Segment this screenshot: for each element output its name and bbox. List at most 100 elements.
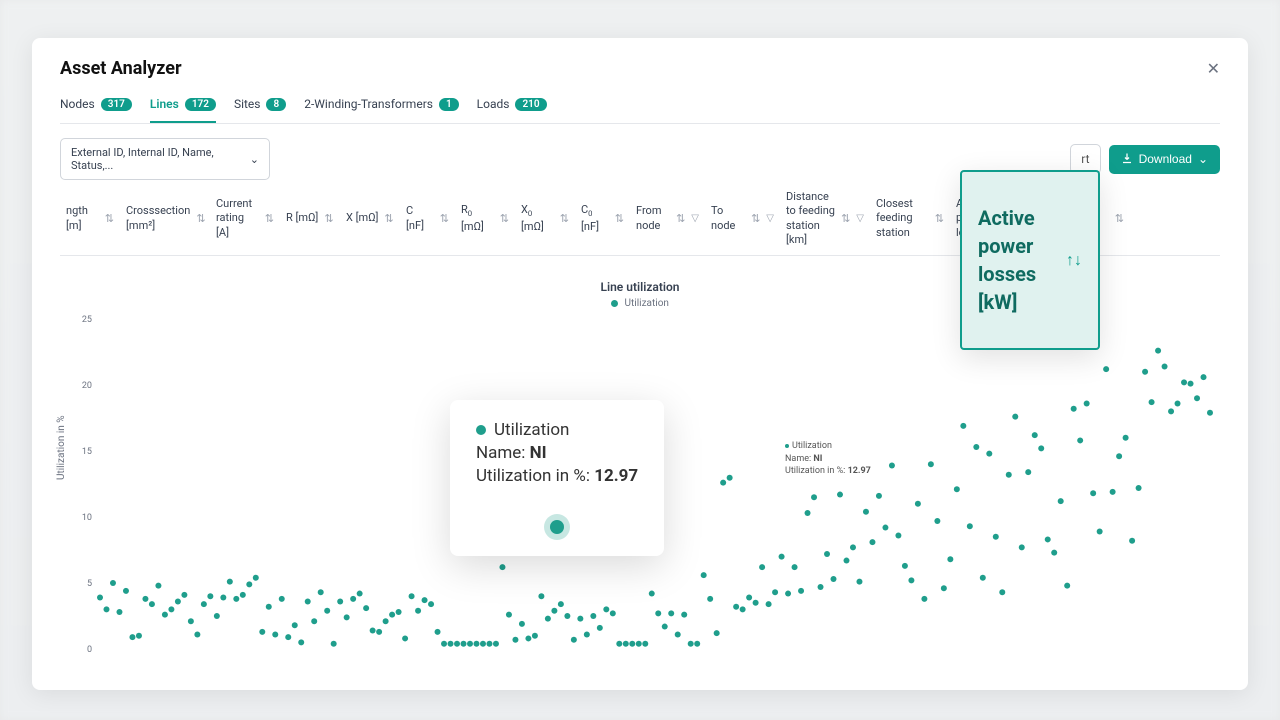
data-point[interactable] bbox=[1012, 414, 1018, 420]
data-point[interactable] bbox=[668, 611, 674, 617]
data-point[interactable] bbox=[480, 641, 486, 647]
data-point[interactable] bbox=[1155, 348, 1161, 354]
data-point[interactable] bbox=[1051, 550, 1057, 556]
sort-icon[interactable]: ⇅ bbox=[751, 212, 760, 225]
data-point[interactable] bbox=[818, 584, 824, 590]
data-point[interactable] bbox=[597, 625, 603, 631]
data-point[interactable] bbox=[681, 612, 687, 618]
column-header[interactable]: X0 [mΩ]⇅ bbox=[515, 190, 575, 247]
data-point[interactable] bbox=[577, 616, 583, 622]
data-point[interactable] bbox=[519, 621, 525, 627]
data-point[interactable] bbox=[707, 596, 713, 602]
data-point[interactable] bbox=[921, 596, 927, 602]
data-point[interactable] bbox=[532, 633, 538, 639]
column-header[interactable]: C0 [nF]⇅ bbox=[575, 190, 630, 247]
data-point[interactable] bbox=[1045, 537, 1051, 543]
column-header[interactable]: From node⇅▽ bbox=[630, 190, 705, 247]
sort-icon[interactable]: ⇅ bbox=[196, 212, 205, 225]
column-header[interactable]: R [mΩ]⇅ bbox=[280, 190, 340, 247]
data-point[interactable] bbox=[344, 615, 350, 621]
data-point[interactable] bbox=[448, 641, 454, 647]
column-header[interactable]: X [mΩ]⇅ bbox=[340, 190, 400, 247]
data-point[interactable] bbox=[895, 533, 901, 539]
sort-icon[interactable]: ⇅ bbox=[324, 212, 333, 225]
sort-icon[interactable]: ⇅ bbox=[384, 212, 393, 225]
sort-icon[interactable]: ⇅ bbox=[1115, 212, 1124, 225]
data-point[interactable] bbox=[889, 463, 895, 469]
data-point[interactable] bbox=[941, 585, 947, 591]
data-point[interactable] bbox=[1058, 498, 1064, 504]
data-point[interactable] bbox=[869, 539, 875, 545]
data-point[interactable] bbox=[1129, 538, 1135, 544]
data-point[interactable] bbox=[1162, 364, 1168, 370]
data-point[interactable] bbox=[629, 641, 635, 647]
data-point[interactable] bbox=[967, 523, 973, 529]
data-point[interactable] bbox=[409, 593, 415, 599]
data-point[interactable] bbox=[389, 612, 395, 618]
data-point[interactable] bbox=[305, 599, 311, 605]
data-point[interactable] bbox=[441, 641, 447, 647]
download-button[interactable]: Download ⌄ bbox=[1109, 145, 1220, 174]
data-point[interactable] bbox=[603, 607, 609, 613]
data-point[interactable] bbox=[188, 618, 194, 624]
data-point[interactable] bbox=[499, 564, 505, 570]
data-point[interactable] bbox=[383, 618, 389, 624]
data-point[interactable] bbox=[272, 632, 278, 638]
data-point[interactable] bbox=[655, 611, 661, 617]
data-point[interactable] bbox=[201, 601, 207, 607]
data-point[interactable] bbox=[149, 601, 155, 607]
data-point[interactable] bbox=[155, 583, 161, 589]
data-point[interactable] bbox=[727, 475, 733, 481]
data-point[interactable] bbox=[551, 608, 557, 614]
data-point[interactable] bbox=[162, 612, 168, 618]
sort-icon[interactable]: ⇅ bbox=[265, 212, 274, 225]
data-point[interactable] bbox=[1110, 489, 1116, 495]
data-point[interactable] bbox=[779, 554, 785, 560]
data-point[interactable] bbox=[1084, 401, 1090, 407]
data-point[interactable] bbox=[402, 636, 408, 642]
data-point[interactable] bbox=[1116, 453, 1122, 459]
data-point[interactable] bbox=[993, 534, 999, 540]
data-point[interactable] bbox=[168, 607, 174, 613]
sort-icon[interactable]: ⇅ bbox=[500, 212, 509, 225]
data-point[interactable] bbox=[1025, 469, 1031, 475]
data-point[interactable] bbox=[1032, 432, 1038, 438]
data-point[interactable] bbox=[831, 576, 837, 582]
data-point[interactable] bbox=[662, 624, 668, 630]
data-point[interactable] bbox=[766, 601, 772, 607]
data-point[interactable] bbox=[558, 601, 564, 607]
data-point[interactable] bbox=[473, 641, 479, 647]
data-point[interactable] bbox=[103, 607, 109, 613]
data-point[interactable] bbox=[934, 518, 940, 524]
data-point[interactable] bbox=[1207, 410, 1213, 416]
data-point[interactable] bbox=[649, 591, 655, 597]
data-point[interactable] bbox=[623, 641, 629, 647]
data-point[interactable] bbox=[1188, 381, 1194, 387]
data-point[interactable] bbox=[805, 510, 811, 516]
data-point[interactable] bbox=[461, 641, 467, 647]
column-header[interactable]: ngth [m]⇅ bbox=[60, 190, 120, 247]
data-point[interactable] bbox=[811, 494, 817, 500]
data-point[interactable] bbox=[194, 632, 200, 638]
data-point[interactable] bbox=[207, 593, 213, 599]
column-header[interactable]: Current rating [A]⇅ bbox=[210, 190, 280, 247]
data-point[interactable] bbox=[1136, 485, 1142, 491]
data-point[interactable] bbox=[97, 595, 103, 601]
data-point[interactable] bbox=[850, 545, 856, 551]
filter-icon[interactable]: ▽ bbox=[766, 213, 774, 224]
column-header[interactable]: Closest feeding station⇅ bbox=[870, 190, 950, 247]
tab-nodes[interactable]: Nodes 317 bbox=[60, 91, 132, 123]
data-point[interactable] bbox=[240, 592, 246, 598]
data-point[interactable] bbox=[792, 564, 798, 570]
data-point[interactable] bbox=[486, 641, 492, 647]
data-point[interactable] bbox=[954, 486, 960, 492]
data-point[interactable] bbox=[493, 641, 499, 647]
data-point[interactable] bbox=[279, 596, 285, 602]
data-point[interactable] bbox=[642, 641, 648, 647]
data-point[interactable] bbox=[318, 589, 324, 595]
data-point[interactable] bbox=[525, 636, 531, 642]
data-point[interactable] bbox=[928, 461, 934, 467]
column-header[interactable]: C [nF]⇅ bbox=[400, 190, 455, 247]
data-point[interactable] bbox=[902, 563, 908, 569]
data-point[interactable] bbox=[259, 629, 265, 635]
